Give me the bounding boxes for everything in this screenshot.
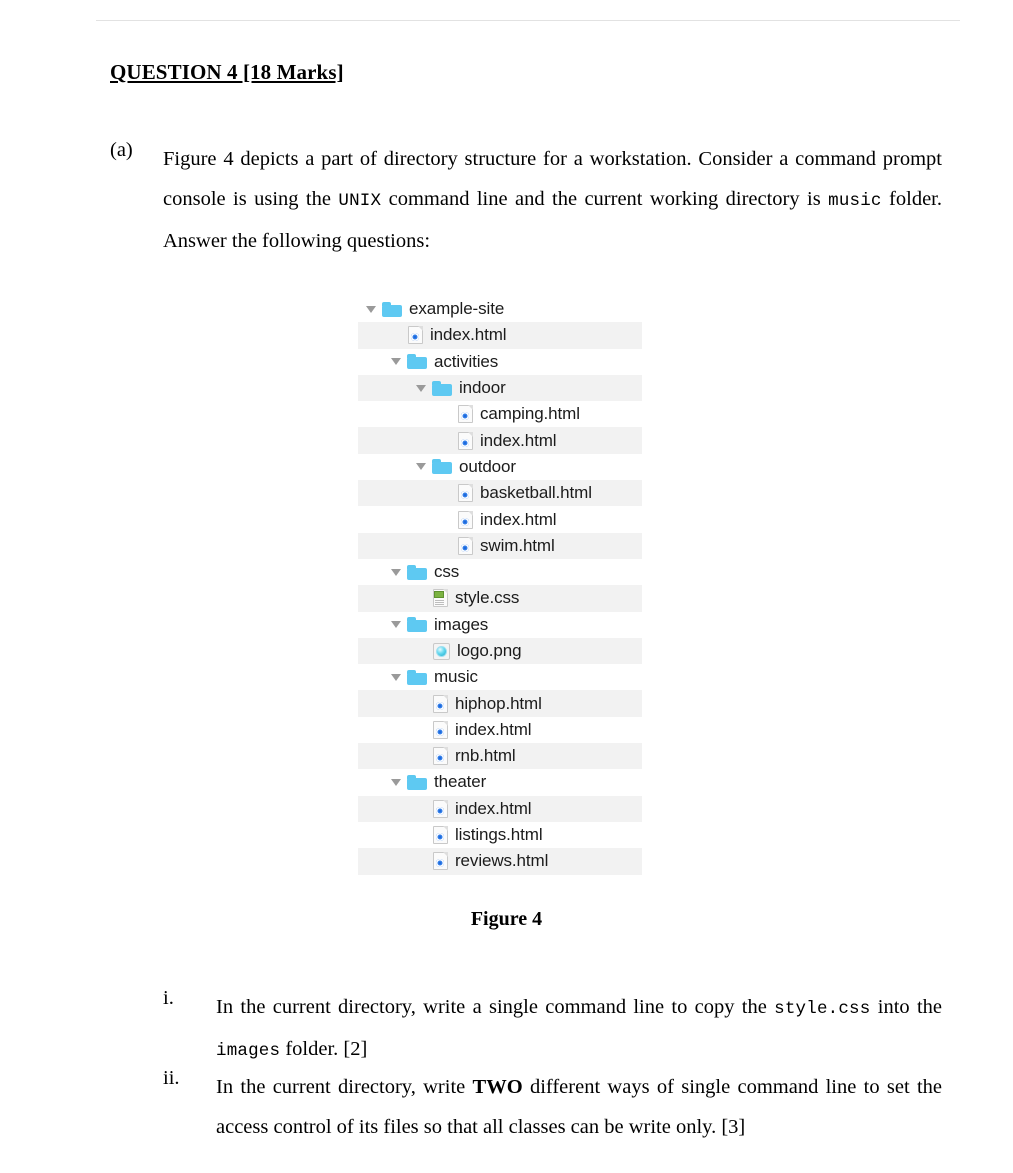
tree-folder-row[interactable]: css [358,558,642,586]
tree-item-label: index.html [455,798,532,818]
tree-folder-row[interactable]: theater [358,769,642,796]
tree-file-row[interactable]: index.html [358,716,642,744]
css-file-icon [433,589,448,608]
tree-file-row[interactable]: hiphop.html [358,690,642,717]
tree-item-label: outdoor [459,456,516,476]
directory-tree: example-site index.html activities indoor ca… [358,296,642,875]
html-file-icon [458,405,473,424]
tree-file-row[interactable]: swim.html [358,532,642,559]
tree-item-label: theater [434,772,487,792]
disclosure-triangle-icon[interactable] [416,384,426,392]
tree-file-row[interactable]: basketball.html [358,480,642,507]
html-file-icon [458,510,473,529]
html-file-icon [408,326,423,345]
question-ii-label: ii. [163,1067,180,1089]
tree-file-row[interactable]: logo.png [358,637,642,665]
disclosure-triangle-icon[interactable] [366,305,376,313]
tree-item-label: indoor [459,378,506,398]
part-a-paragraph: Figure 4 depicts a part of directory str… [163,139,942,261]
html-file-icon [458,536,473,555]
tree-item-label: images [434,614,489,634]
tree-folder-row[interactable]: example-site [358,296,642,323]
tree-item-label: css [434,562,460,582]
tree-item-label: swim.html [480,535,555,555]
tree-file-row[interactable]: index.html [358,322,642,349]
tree-file-row[interactable]: listings.html [358,821,642,849]
html-file-icon [458,484,473,503]
tree-item-label: listings.html [455,825,543,845]
tree-item-label: index.html [430,325,507,345]
disclosure-triangle-icon[interactable] [391,778,401,786]
part-a-mono-unix: UNIX [338,191,382,211]
folder-icon [432,380,452,396]
folder-icon [407,564,427,580]
tree-item-label: activities [434,351,499,371]
tree-item-label: rnb.html [455,746,516,766]
tree-file-row[interactable]: index.html [358,427,642,454]
disclosure-triangle-icon[interactable] [416,463,426,471]
question-i-text-1: In the current directory, write a single… [216,996,775,1018]
question-i-mono-images: images [216,1041,281,1061]
figure-caption: Figure 4 [470,908,543,930]
html-file-icon [433,852,448,871]
question-i-text: In the current directory, write a single… [216,987,942,1071]
folder-icon [407,669,427,685]
tree-folder-row[interactable]: activities [358,348,642,375]
tree-file-row[interactable]: camping.html [358,401,642,428]
tree-item-label: basketball.html [480,483,592,503]
question-i-label: i. [163,987,174,1009]
tree-folder-row[interactable]: images [358,611,642,638]
tree-item-label: index.html [455,719,532,739]
part-a-mono-music: music [828,191,882,211]
tree-item-label: index.html [480,509,557,529]
folder-icon [407,774,427,790]
folder-icon [432,459,452,475]
html-file-icon [433,747,448,766]
question-ii-text-1: In the current directory, write [216,1076,473,1098]
question-i-text-2: into the [870,996,943,1018]
question-ii-text: In the current directory, write TWO diff… [216,1067,942,1147]
document-page: QUESTION 4 [18 Marks] (a) Figure 4 depic… [0,0,1013,1173]
tree-file-row[interactable]: style.css [358,585,642,612]
tree-item-label: hiphop.html [455,693,542,713]
page-title: QUESTION 4 [18 Marks] [110,60,344,84]
html-file-icon [433,694,448,713]
html-file-icon [433,720,448,739]
tree-item-label: music [434,667,478,687]
folder-icon [382,301,402,317]
tree-item-label: index.html [480,430,557,450]
question-i-text-3: folder. [2] [280,1038,368,1060]
part-a-text-2: command line and the current working dir… [381,188,829,210]
folder-icon [407,354,427,370]
html-file-icon [458,431,473,450]
tree-item-label: style.css [455,588,520,608]
part-a-label: (a) [110,139,133,161]
tree-file-row[interactable]: reviews.html [358,848,642,875]
tree-file-row[interactable]: rnb.html [358,743,642,770]
tree-item-label: reviews.html [455,851,549,871]
tree-item-label: camping.html [480,404,580,424]
html-file-icon [433,826,448,845]
tree-file-row[interactable]: index.html [358,506,642,533]
disclosure-triangle-icon[interactable] [391,358,401,366]
tree-file-row[interactable]: index.html [358,795,642,822]
disclosure-triangle-icon[interactable] [391,673,401,681]
folder-icon [407,617,427,633]
question-ii-bold-two: TWO [472,1076,523,1098]
disclosure-triangle-icon[interactable] [391,621,401,629]
image-file-icon [433,642,450,660]
tree-item-label: logo.png [457,641,522,660]
tree-folder-row[interactable]: indoor [358,374,642,402]
question-i-mono-style: style.css [774,999,871,1019]
tree-folder-row[interactable]: music [358,664,642,691]
tree-folder-row[interactable]: outdoor [358,453,642,481]
tree-item-label: example-site [409,299,505,319]
html-file-icon [433,799,448,818]
disclosure-triangle-icon[interactable] [391,568,401,576]
header-divider [96,20,960,21]
